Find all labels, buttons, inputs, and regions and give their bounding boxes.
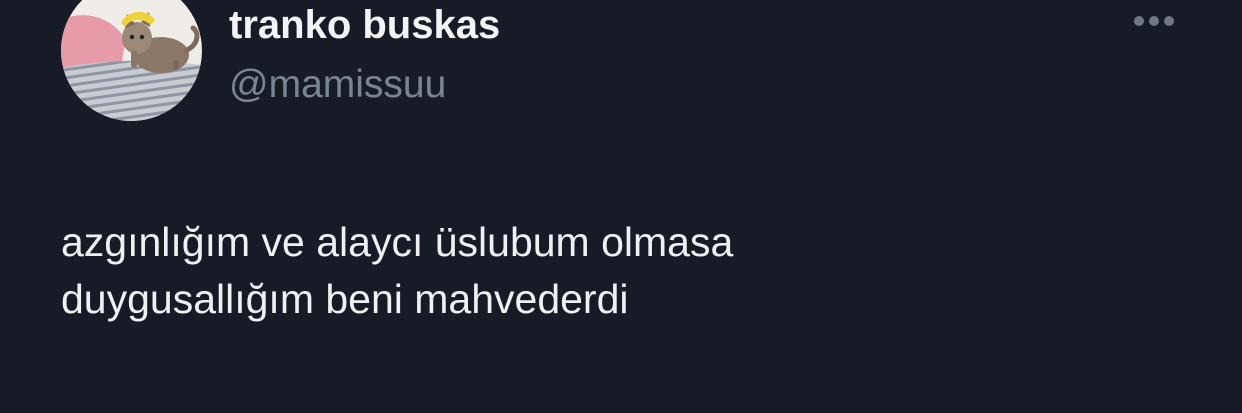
tweet-text-line: azgınlığım ve alaycı üslubum olmasa: [61, 219, 734, 265]
more-options-button[interactable]: [1128, 6, 1180, 36]
tweet-text-line: duygusallığım beni mahvederdi: [61, 276, 629, 322]
tweet-text: azgınlığım ve alaycı üslubum olmasa duyg…: [61, 214, 1181, 328]
kitten-avatar-icon: [61, 0, 202, 121]
avatar[interactable]: [61, 0, 202, 121]
tweet-card: tranko buskas @mamissuu azgınlığım ve al…: [0, 0, 1242, 413]
author-handle[interactable]: @mamissuu: [229, 62, 446, 108]
author-display-name[interactable]: tranko buskas: [229, 2, 500, 48]
more-horizontal-icon: [1134, 16, 1174, 26]
